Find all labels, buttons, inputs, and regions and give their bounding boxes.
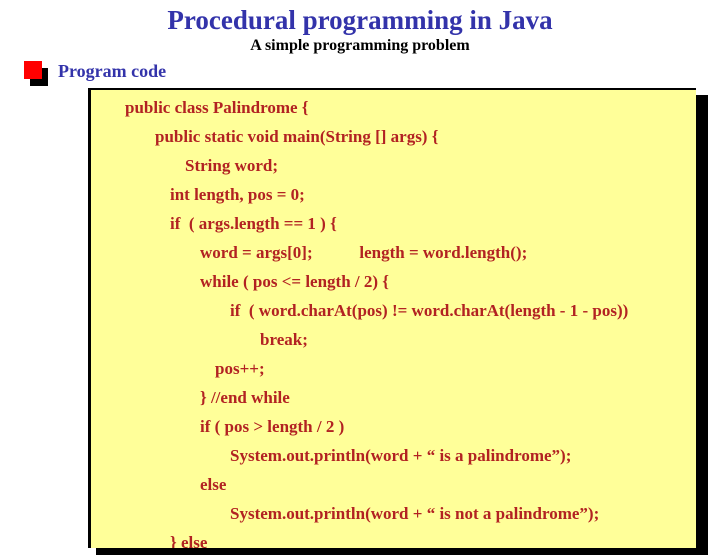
red-square-bullet-icon	[22, 60, 50, 86]
code-line: public class Palindrome {	[125, 98, 309, 117]
code-line: int length, pos = 0;	[170, 185, 305, 204]
code-line: if ( pos > length / 2 )	[200, 417, 345, 436]
section-heading-program-code: Program code	[58, 61, 167, 81]
code-line: public static void main(String [] args) …	[155, 127, 439, 146]
code-line: System.out.println(word + “ is a palindr…	[230, 446, 572, 465]
code-line: } //end while	[200, 388, 290, 407]
page-title: Procedural programming in Java	[167, 5, 553, 35]
bullet-square	[24, 61, 42, 79]
page-subtitle: A simple programming problem	[250, 37, 470, 54]
code-line: if ( args.length == 1 ) {	[170, 214, 337, 233]
code-line: if ( word.charAt(pos) != word.charAt(len…	[230, 301, 629, 320]
code-line: } else	[170, 533, 208, 548]
code-panel: public class Palindrome { public static v…	[88, 88, 696, 548]
code-line: word = args[0]; length = word.length();	[200, 243, 528, 262]
code-line: break;	[260, 330, 308, 349]
code-line: while ( pos <= length / 2) {	[200, 272, 390, 291]
code-line: pos++;	[215, 359, 265, 378]
code-line: String word;	[185, 156, 279, 175]
code-line: else	[200, 475, 227, 494]
code-listing: public class Palindrome { public static v…	[91, 93, 696, 548]
code-line: System.out.println(word + “ is not a pal…	[230, 504, 600, 523]
